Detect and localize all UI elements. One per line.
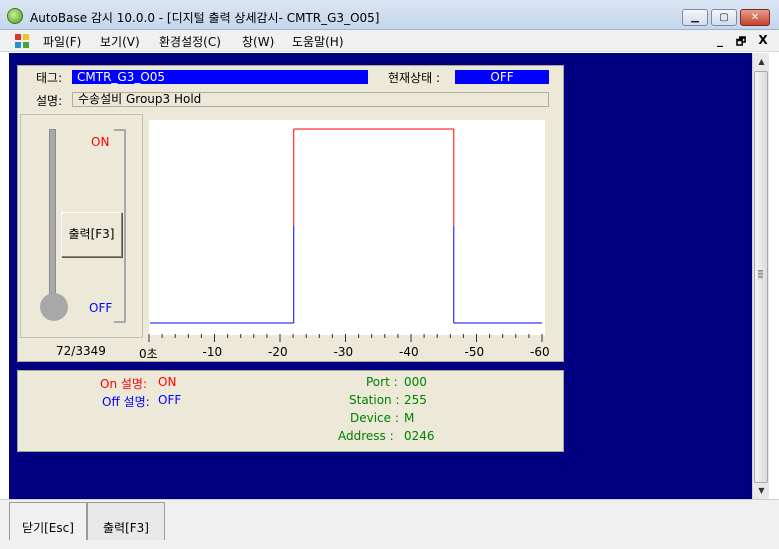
off-label: OFF <box>89 301 113 315</box>
scroll-down-arrow-icon[interactable]: ▼ <box>753 482 770 499</box>
x-tick-label: -30 <box>333 345 354 359</box>
document-window-icon[interactable] <box>14 33 30 49</box>
x-tick-label: 0초 <box>139 347 158 361</box>
close-dialog-button[interactable]: 닫기[Esc] <box>9 502 87 540</box>
switch-track <box>49 129 56 305</box>
tag-label: 태그: <box>36 71 63 85</box>
history-chart <box>149 120 545 335</box>
port-label: Port : <box>366 375 398 389</box>
scroll-up-arrow-icon[interactable]: ▲ <box>753 53 770 70</box>
menu-file[interactable]: 파일(F) <box>43 33 81 50</box>
close-button[interactable]: ✕ <box>740 9 770 26</box>
menu-window[interactable]: 창(W) <box>242 33 274 50</box>
bottom-output-button[interactable]: 출력[F3] <box>87 502 165 540</box>
scrollbar-thumb[interactable]: ═ ═ ═ <box>754 71 768 483</box>
x-tick-label: -10 <box>202 345 223 359</box>
desc-value: 수송설비 Group3 Hold <box>72 92 549 107</box>
mdi-restore-button[interactable]: 🗗 <box>733 33 749 52</box>
maximize-button[interactable]: ▢ <box>711 9 737 26</box>
control-box: ON OFF 출력[F3] <box>20 114 143 338</box>
output-toggle-button[interactable]: 출력[F3] <box>61 212 122 257</box>
device-label: Device : <box>350 411 399 425</box>
mdi-minimize-button[interactable]: _ <box>712 33 728 47</box>
on-desc-value: ON <box>158 375 177 389</box>
x-tick-label: -50 <box>464 345 485 359</box>
station-value: 255 <box>404 393 427 407</box>
x-tick-label: -20 <box>268 345 288 359</box>
on-label: ON <box>91 135 110 149</box>
station-label: Station : <box>349 393 400 407</box>
x-tick-label: -60 <box>530 345 550 359</box>
window-title: AutoBase 감시 10.0.0 - [디지털 출력 상세감시- CMTR_… <box>30 11 380 25</box>
menu-view[interactable]: 보기(V) <box>100 33 140 50</box>
on-desc-label: On 설명: <box>100 377 147 391</box>
title-bar: AutoBase 감시 10.0.0 - [디지털 출력 상세감시- CMTR_… <box>0 0 779 30</box>
minimize-button[interactable]: ▁ <box>682 9 708 26</box>
tag-value: CMTR_G3_O05 <box>72 70 368 84</box>
mdi-close-button[interactable]: X <box>755 33 771 47</box>
x-tick-label: -40 <box>399 345 419 359</box>
vertical-scrollbar[interactable]: ▲ ═ ═ ═ ▼ <box>752 53 769 499</box>
port-value: 000 <box>404 375 427 389</box>
status-value: OFF <box>455 70 549 84</box>
address-value: 0246 <box>404 429 435 443</box>
off-desc-label: Off 설명: <box>102 395 150 409</box>
record-counter: 72/3349 <box>56 344 106 358</box>
desc-label: 설명: <box>36 94 63 108</box>
off-desc-value: OFF <box>158 393 182 407</box>
menu-help[interactable]: 도움말(H) <box>292 33 344 50</box>
autobase-app-icon <box>7 8 23 24</box>
menu-bar: 파일(F) 보기(V) 환경설정(C) 창(W) 도움말(H) _ 🗗 X <box>0 30 779 52</box>
switch-knob[interactable] <box>40 293 68 321</box>
address-label: Address : <box>338 429 394 443</box>
menu-settings[interactable]: 환경설정(C) <box>159 33 221 50</box>
monitor-panel: 태그: CMTR_G3_O05 현재상태 : OFF 설명: 수송설비 Grou… <box>17 65 564 362</box>
device-value: M <box>404 411 415 425</box>
detail-panel: On 설명: ON Off 설명: OFF Port : 000 Station… <box>17 370 564 452</box>
grip-icon: ═ ═ ═ <box>758 267 763 282</box>
status-label: 현재상태 : <box>388 71 441 85</box>
